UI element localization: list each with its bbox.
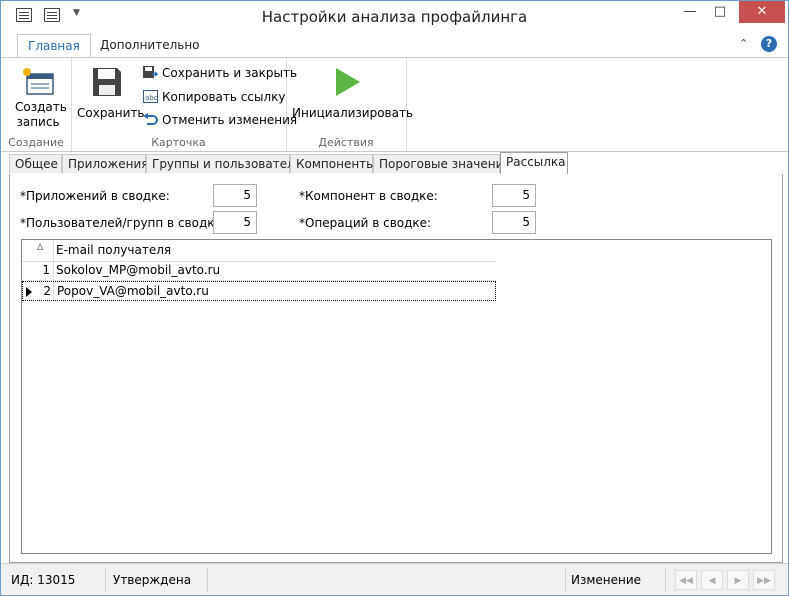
- last-record-button[interactable]: ▶▶: [753, 570, 775, 590]
- save-close-button[interactable]: Сохранить и закрыть: [143, 62, 297, 84]
- window: ▼ Настройки анализа профайлинга — □ ✕ Гл…: [0, 0, 789, 596]
- group-card: Сохранить Сохранить и закрыть abc Копиров…: [71, 58, 297, 151]
- play-icon: [336, 68, 360, 96]
- status-divider: [105, 568, 106, 592]
- save-label: Сохранить: [77, 106, 145, 120]
- status-divider: [565, 568, 566, 592]
- tab-components[interactable]: Компоненты: [290, 154, 376, 173]
- users-in-summary-label: *Пользователей/групп в сводке:: [20, 216, 226, 230]
- minimize-button[interactable]: —: [676, 1, 704, 23]
- next-record-button[interactable]: ▶: [727, 570, 749, 590]
- initialize-label: Инициализировать: [292, 106, 414, 120]
- row-number: 2: [43, 284, 51, 298]
- tab-applications[interactable]: Приложения: [62, 154, 149, 173]
- tab-groups-users[interactable]: Группы и пользователи: [146, 154, 303, 173]
- apps-in-summary-label: *Приложений в сводке:: [20, 189, 170, 203]
- create-record-label: Создать запись: [15, 100, 67, 129]
- group-create-label: Создание: [8, 136, 64, 149]
- new-record-icon: [23, 68, 54, 95]
- status-mode: Изменение: [571, 573, 642, 587]
- grid-header: Δ E-mail получателя: [22, 240, 496, 262]
- group-actions: Инициализировать Действия: [286, 58, 414, 151]
- ribbon-tabs: Главная Дополнительно ⌃ ?: [1, 32, 788, 58]
- status-id: ИД: 13015: [11, 573, 76, 587]
- title-bar: ▼ Настройки анализа профайлинга — □ ✕: [1, 1, 788, 31]
- sort-indicator-icon[interactable]: Δ: [37, 243, 43, 253]
- initialize-button[interactable]: Инициализировать: [292, 62, 414, 120]
- maximize-button[interactable]: □: [706, 1, 734, 23]
- cancel-changes-label: Отменить изменения: [162, 113, 298, 127]
- save-icon: [93, 68, 121, 96]
- create-record-button[interactable]: Создать запись: [15, 62, 67, 130]
- row-number: 1: [42, 263, 50, 277]
- save-close-icon: [143, 66, 158, 78]
- table-row[interactable]: 1 Sokolov_MP@mobil_avto.ru: [22, 261, 496, 281]
- save-close-label: Сохранить и закрыть: [162, 66, 298, 80]
- status-divider: [665, 568, 666, 592]
- ribbon-tab-additional[interactable]: Дополнительно: [90, 34, 210, 57]
- tab-strip: Общее Приложения Группы и пользователи К…: [9, 152, 781, 175]
- tab-mailing[interactable]: Рассылка: [500, 152, 568, 175]
- status-divider: [207, 568, 208, 592]
- tab-content-mailing: *Приложений в сводке: 5 *Компонент в сво…: [9, 174, 783, 563]
- group-actions-label: Действия: [318, 136, 374, 149]
- components-in-summary-input[interactable]: 5: [492, 184, 536, 207]
- group-create: Создать запись Создание: [1, 58, 72, 151]
- previous-record-button[interactable]: ◀: [701, 570, 723, 590]
- save-button[interactable]: Сохранить: [77, 62, 145, 120]
- table-row-current[interactable]: 2 Popov_VA@mobil_avto.ru: [22, 281, 496, 301]
- operations-in-summary-input[interactable]: 5: [492, 211, 536, 234]
- components-in-summary-label: *Компонент в сводке:: [299, 189, 438, 203]
- tab-general[interactable]: Общее: [9, 154, 62, 173]
- email-cell[interactable]: Sokolov_MP@mobil_avto.ru: [56, 263, 220, 277]
- column-header-email[interactable]: E-mail получателя: [56, 243, 171, 257]
- apps-in-summary-input[interactable]: 5: [213, 184, 257, 207]
- ribbon-tab-home[interactable]: Главная: [17, 34, 91, 58]
- copy-link-button[interactable]: abc Копировать ссылку: [143, 86, 285, 108]
- operations-in-summary-label: *Операций в сводке:: [299, 216, 432, 230]
- status-state: Утверждена: [113, 573, 192, 587]
- recipients-grid: Δ E-mail получателя 1 Sokolov_MP@mobil_a…: [21, 239, 772, 554]
- current-row-arrow-icon: [26, 287, 32, 297]
- collapse-ribbon-icon[interactable]: ⌃: [739, 37, 748, 50]
- window-title: Настройки анализа профайлинга: [261, 8, 528, 26]
- first-record-button[interactable]: ◀◀: [675, 570, 697, 590]
- copy-link-label: Копировать ссылку: [162, 90, 286, 104]
- group-card-label: Карточка: [151, 136, 206, 149]
- email-cell[interactable]: Popov_VA@mobil_avto.ru: [57, 284, 209, 298]
- undo-icon: [143, 113, 158, 125]
- svg-text:abc: abc: [145, 94, 158, 102]
- cancel-changes-button[interactable]: Отменить изменения: [143, 109, 297, 131]
- close-button[interactable]: ✕: [739, 1, 785, 23]
- status-bar: ИД: 13015 Утверждена Изменение ◀◀ ◀ ▶ ▶▶: [1, 563, 788, 595]
- help-icon[interactable]: ?: [761, 36, 777, 52]
- copy-link-icon: abc: [143, 90, 158, 103]
- tab-thresholds[interactable]: Пороговые значения: [373, 154, 511, 173]
- ribbon: Создать запись Создание Сохранить Сохран…: [1, 57, 788, 152]
- users-in-summary-input[interactable]: 5: [213, 211, 257, 234]
